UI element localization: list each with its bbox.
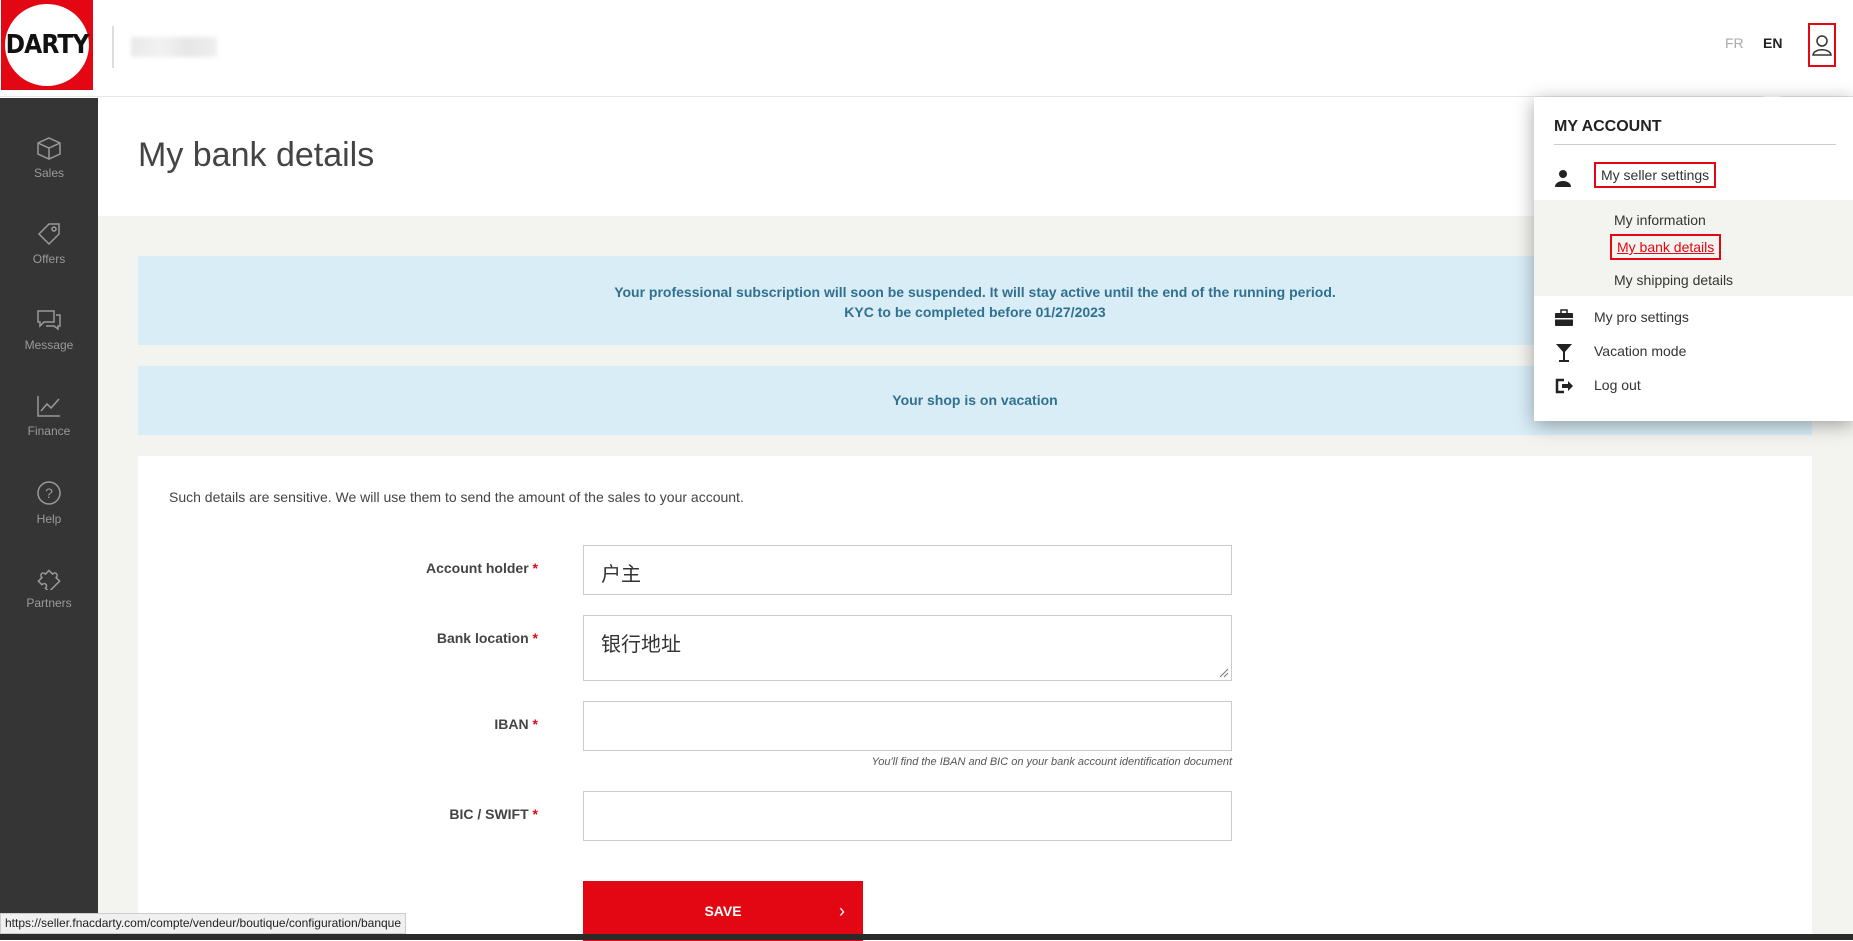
briefcase-icon [1555, 309, 1573, 326]
bic-input[interactable] [583, 791, 1232, 841]
menu-pro-settings[interactable]: My pro settings [1554, 309, 1834, 329]
pro-settings-label: My pro settings [1594, 309, 1689, 325]
iban-hint: You'll find the IBAN and BIC on your ban… [871, 756, 1232, 768]
account-dropdown: MY ACCOUNT My seller settings My informa… [1534, 97, 1853, 421]
iban-label: IBAN * [494, 716, 538, 732]
resize-handle-icon[interactable] [1219, 668, 1229, 678]
required-mark: * [532, 560, 538, 576]
dropdown-title: MY ACCOUNT [1554, 118, 1662, 135]
account-holder-input[interactable]: 户主 [583, 545, 1232, 595]
bic-label: BIC / SWIFT * [449, 806, 538, 822]
logo-text: DARTY [5, 30, 90, 60]
seller-settings-label: My seller settings [1594, 162, 1717, 188]
required-mark: * [532, 806, 538, 822]
required-mark: * [532, 716, 538, 732]
sidebar-item-label: Finance [27, 424, 71, 438]
sidebar-item-label: Offers [32, 252, 66, 266]
log-out-label: Log out [1594, 377, 1641, 393]
save-label: SAVE [704, 903, 742, 919]
darty-logo[interactable]: DARTY [1, 0, 93, 90]
menu-my-bank-details[interactable]: My bank details [1610, 234, 1722, 260]
lang-en-link[interactable]: EN [1763, 35, 1782, 51]
sidebar-item-message[interactable]: Message [0, 308, 98, 378]
cocktail-glass-icon [1556, 344, 1572, 362]
save-button[interactable]: SAVE › [583, 881, 863, 941]
header-divider [112, 26, 114, 68]
sidebar-item-label: Partners [26, 596, 72, 610]
bank-form-panel: Such details are sensitive. We will use … [138, 456, 1812, 941]
sidebar-item-label: Sales [33, 166, 65, 180]
menu-seller-settings[interactable]: My seller settings [1554, 162, 1834, 189]
sidebar-item-label: Message [24, 338, 74, 352]
sidebar-item-finance[interactable]: Finance [0, 394, 98, 464]
bank-location-value: 银行地址 [601, 632, 681, 656]
menu-log-out[interactable]: Log out [1554, 377, 1834, 397]
sidebar-item-sales[interactable]: Sales [0, 136, 98, 206]
box-icon [37, 137, 61, 160]
lang-fr-link[interactable]: FR [1725, 35, 1744, 51]
top-bar: DARTY FR EN [0, 0, 1853, 97]
sidebar-item-partners[interactable]: Partners [0, 564, 98, 634]
logo-circle: DARTY [5, 4, 89, 86]
required-mark: * [532, 630, 538, 646]
form-intro: Such details are sensitive. We will use … [169, 489, 744, 505]
bank-location-textarea[interactable]: 银行地址 [583, 615, 1232, 681]
menu-my-shipping-details[interactable]: My shipping details [1614, 272, 1733, 288]
iban-input[interactable] [583, 701, 1232, 751]
chevron-right-icon: › [839, 901, 845, 921]
account-holder-label: Account holder * [425, 560, 538, 576]
svg-text:?: ? [45, 485, 53, 501]
bank-location-label: Bank location * [436, 630, 538, 646]
tag-icon [37, 223, 60, 246]
browser-status-url: https://seller.fnacdarty.com/compte/vend… [0, 913, 407, 934]
puzzle-icon [37, 569, 61, 590]
chat-icon [37, 310, 61, 331]
vacation-mode-label: Vacation mode [1594, 343, 1687, 359]
person-icon [1555, 170, 1571, 187]
logout-icon [1555, 378, 1573, 394]
bottom-strip [0, 934, 1853, 940]
sidebar-item-offers[interactable]: Offers [0, 222, 98, 292]
sidebar: Sales Offers Message Finance ? Help Part… [0, 98, 98, 940]
chart-line-icon [37, 396, 60, 417]
menu-my-information[interactable]: My information [1614, 212, 1706, 228]
sidebar-item-label: Help [36, 512, 62, 526]
sidebar-item-help[interactable]: ? Help [0, 480, 98, 550]
user-icon [1812, 35, 1832, 56]
menu-vacation-mode[interactable]: Vacation mode [1554, 343, 1834, 363]
question-icon: ? [37, 481, 61, 505]
account-button[interactable] [1808, 23, 1836, 67]
page-title: My bank details [138, 136, 375, 174]
shop-name-redacted [131, 37, 217, 57]
dropdown-divider [1554, 144, 1836, 145]
